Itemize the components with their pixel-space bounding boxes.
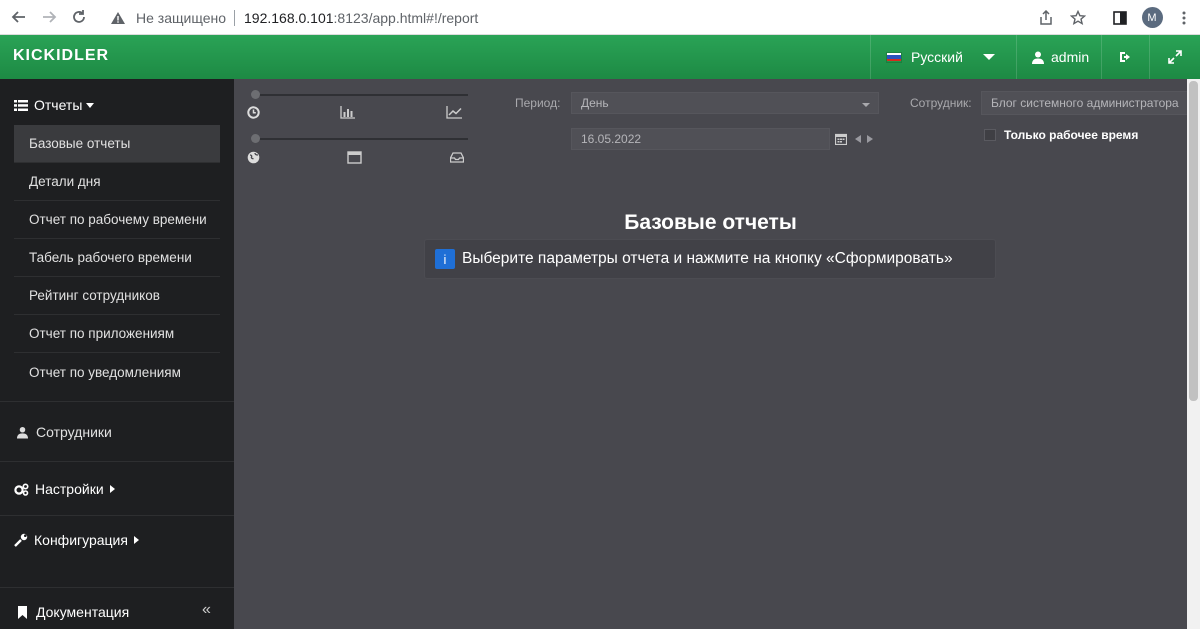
settings-label: Настройки: [35, 481, 104, 497]
address-separator: [234, 9, 235, 26]
sidebar-divider: [0, 587, 234, 588]
bar-chart-icon[interactable]: [340, 106, 355, 119]
list-icon: [14, 99, 28, 111]
chevron-down-icon: [982, 54, 995, 60]
reports-label: Отчеты: [34, 97, 83, 113]
sidebar-divider: [0, 515, 234, 516]
sidebar-item-day-details[interactable]: Детали дня: [14, 163, 220, 201]
sidebar-section-settings[interactable]: Настройки: [14, 481, 115, 497]
back-icon[interactable]: [4, 2, 34, 32]
language-dropdown[interactable]: Русский: [870, 35, 1016, 79]
russia-flag-icon: [886, 51, 902, 63]
previous-date-icon[interactable]: [855, 135, 861, 143]
security-label: Не защищено: [136, 9, 226, 26]
chevron-down-icon: [862, 103, 870, 107]
content-area: Период: День 16.05.2022 Сотрудник: Блог …: [234, 79, 1187, 629]
employee-select[interactable]: Блог системного администратора: [981, 91, 1187, 115]
scrollbar-thumb[interactable]: [1189, 81, 1198, 401]
info-text: Выберите параметры отчета и нажмите на к…: [462, 250, 953, 267]
sidebar-item-notifications-report[interactable]: Отчет по уведомлениям: [14, 353, 220, 391]
work-time-only-label[interactable]: Только рабочее время: [1004, 128, 1138, 142]
logout-button[interactable]: [1101, 35, 1149, 79]
sidebar-divider: [0, 401, 234, 402]
logout-icon: [1119, 52, 1130, 62]
page-title: Базовые отчеты: [624, 211, 797, 234]
configuration-label: Конфигурация: [34, 532, 128, 548]
date-value: 16.05.2022: [581, 132, 642, 146]
share-icon[interactable]: [1030, 2, 1062, 34]
employee-label: Сотрудник:: [910, 96, 972, 110]
caret-down-icon: [86, 102, 95, 108]
sidebar-item-work-time-report[interactable]: Отчет по рабочему времени: [14, 201, 220, 239]
bookmark-icon: [18, 605, 27, 619]
sidebar-section-employees[interactable]: Сотрудники: [17, 424, 112, 440]
warning-icon: [111, 11, 125, 24]
forward-icon[interactable]: [34, 2, 64, 32]
scale-slider-track[interactable]: [254, 138, 468, 140]
reload-icon[interactable]: [64, 2, 94, 32]
scale-slider-handle[interactable]: [251, 134, 260, 143]
interval-slider-track[interactable]: [254, 94, 468, 96]
fullscreen-icon: [1168, 50, 1182, 64]
wrench-icon: [14, 533, 28, 547]
address-bar[interactable]: Не защищено 192.168.0.101:8123/app.html#…: [104, 4, 1039, 31]
user-icon: [17, 426, 28, 438]
employees-label: Сотрудники: [36, 424, 112, 440]
cogs-icon: [14, 482, 29, 496]
date-input[interactable]: 16.05.2022: [571, 128, 830, 150]
interval-slider-handle[interactable]: [251, 90, 260, 99]
calendar-icon[interactable]: [835, 133, 847, 145]
url-host: 192.168.0.101: [244, 9, 334, 26]
profile-avatar[interactable]: M: [1136, 2, 1168, 34]
user-icon: [1032, 51, 1044, 64]
url-path: :8123/app.html#!/report: [333, 9, 479, 26]
sidebar-divider: [0, 461, 234, 462]
next-date-icon[interactable]: [867, 135, 873, 143]
star-icon[interactable]: [1062, 2, 1094, 34]
caret-right-icon: [133, 536, 139, 544]
sidebar-item-employee-rating[interactable]: Рейтинг сотрудников: [14, 277, 220, 315]
globe-icon[interactable]: [247, 151, 260, 164]
window-icon[interactable]: [347, 151, 362, 164]
documentation-label: Документация: [36, 604, 130, 620]
user-menu[interactable]: admin: [1016, 35, 1101, 79]
menu-icon[interactable]: [1168, 2, 1200, 34]
reports-submenu: Базовые отчеты Детали дня Отчет по рабоч…: [14, 125, 220, 391]
work-time-only-checkbox[interactable]: [984, 129, 996, 141]
collapse-sidebar-button[interactable]: «: [202, 601, 211, 619]
sidebar-section-reports[interactable]: Отчеты: [14, 97, 95, 113]
sidebar-item-applications-report[interactable]: Отчет по приложениям: [14, 315, 220, 353]
page-scrollbar[interactable]: [1187, 79, 1200, 629]
info-icon: i: [435, 249, 455, 269]
user-name: admin: [1051, 49, 1090, 65]
sidebar-section-configuration[interactable]: Конфигурация: [14, 532, 139, 548]
sidebar-section-documentation[interactable]: Документация: [17, 604, 129, 620]
period-label: Период:: [515, 96, 561, 110]
employee-placeholder: Блог системного администратора: [991, 96, 1179, 110]
app-header: KICKIDLER Русский admin: [0, 35, 1200, 79]
browser-toolbar: Не защищено 192.168.0.101:8123/app.html#…: [0, 0, 1200, 35]
period-select[interactable]: День: [571, 92, 879, 114]
fullscreen-button[interactable]: [1149, 35, 1200, 79]
period-value: День: [581, 96, 609, 110]
sidebar-item-timesheet[interactable]: Табель рабочего времени: [14, 239, 220, 277]
caret-right-icon: [109, 485, 115, 493]
info-message: i Выберите параметры отчета и нажмите на…: [424, 239, 996, 279]
sidepanel-icon[interactable]: [1104, 2, 1136, 34]
language-label: Русский: [911, 49, 963, 65]
clock-icon[interactable]: [247, 106, 260, 119]
inbox-icon[interactable]: [450, 152, 464, 163]
kickidler-logo[interactable]: KICKIDLER: [13, 47, 109, 65]
line-chart-icon[interactable]: [446, 106, 462, 119]
sidebar-item-basic-reports[interactable]: Базовые отчеты: [14, 125, 220, 163]
sidebar: Отчеты Базовые отчеты Детали дня Отчет п…: [0, 79, 234, 629]
